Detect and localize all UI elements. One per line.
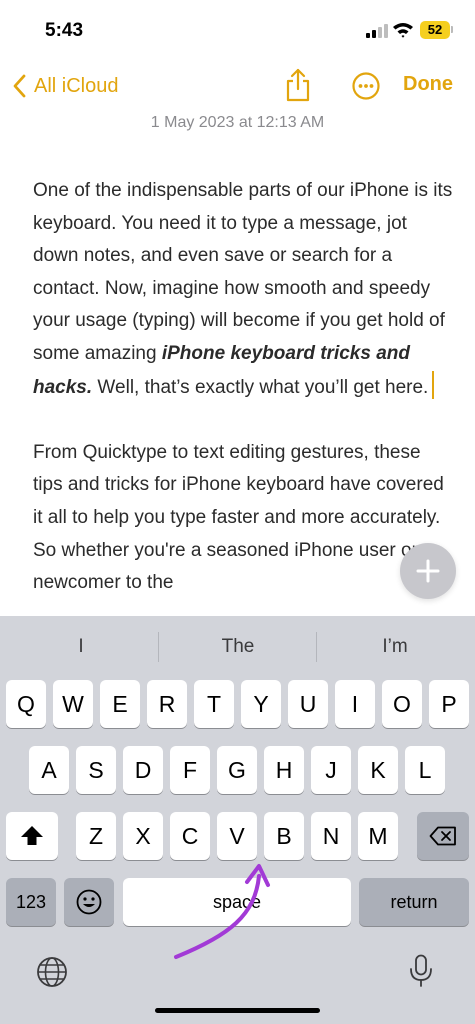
key-j[interactable]: J (311, 746, 351, 794)
suggestion-item[interactable]: The (159, 616, 317, 678)
key-o[interactable]: O (382, 680, 422, 728)
note-paragraph-2: From Quicktype to text editing gestures,… (33, 441, 444, 594)
suggestion-item[interactable]: I’m (316, 616, 474, 678)
key-w[interactable]: W (53, 680, 93, 728)
status-time: 5:43 (45, 20, 84, 41)
key-b[interactable]: B (264, 812, 304, 860)
key-q[interactable]: Q (6, 680, 46, 728)
add-button[interactable] (400, 543, 456, 599)
emoji-icon (76, 889, 102, 915)
shift-key[interactable] (6, 812, 58, 860)
note-date: 1 May 2023 at 12:13 AM (150, 114, 325, 131)
cellular-signal-icon (366, 24, 388, 38)
more-options-icon[interactable] (351, 71, 381, 101)
home-indicator (155, 1008, 320, 1013)
key-f[interactable]: F (170, 746, 210, 794)
delete-key[interactable] (417, 812, 469, 860)
key-e[interactable]: E (100, 680, 140, 728)
text-cursor (432, 370, 435, 399)
backspace-icon (429, 826, 456, 846)
key-r[interactable]: R (147, 680, 187, 728)
done-button[interactable]: Done (403, 73, 453, 96)
key-m[interactable]: M (358, 812, 398, 860)
suggestion-item[interactable]: I (2, 616, 160, 678)
chevron-left-icon (13, 74, 26, 98)
battery-tip (451, 26, 453, 33)
key-i[interactable]: I (335, 680, 375, 728)
key-h[interactable]: H (264, 746, 304, 794)
key-d[interactable]: D (123, 746, 163, 794)
key-k[interactable]: K (358, 746, 398, 794)
numbers-key[interactable]: 123 (6, 878, 56, 926)
battery-icon: 52 (420, 21, 450, 39)
key-x[interactable]: X (123, 812, 163, 860)
status-bar: 5:43 52 (0, 0, 475, 60)
note-text: Well, that’s exactly what you’ll get her… (92, 376, 429, 398)
key-s[interactable]: S (76, 746, 116, 794)
emoji-key[interactable] (64, 878, 114, 926)
globe-icon[interactable] (36, 956, 68, 988)
return-key[interactable]: return (359, 878, 469, 926)
keyboard: I The I’m Q W E R T Y U I O P A S D F G … (0, 616, 475, 1024)
key-n[interactable]: N (311, 812, 351, 860)
plus-icon (416, 559, 440, 583)
key-y[interactable]: Y (241, 680, 281, 728)
microphone-icon[interactable] (408, 954, 434, 988)
key-t[interactable]: T (194, 680, 234, 728)
note-paragraph-1: One of the indispensable parts of our iP… (33, 175, 453, 404)
key-l[interactable]: L (405, 746, 445, 794)
key-c[interactable]: C (170, 812, 210, 860)
share-icon[interactable] (283, 68, 313, 102)
note-text: One of the indispensable parts of our iP… (33, 180, 453, 364)
space-bar[interactable]: space (123, 878, 351, 926)
key-p[interactable]: P (429, 680, 469, 728)
shift-arrow-icon (21, 826, 43, 845)
key-u[interactable]: U (288, 680, 328, 728)
quicktype-bar: I The I’m (0, 616, 475, 678)
key-a[interactable]: A (29, 746, 69, 794)
back-button[interactable]: All iCloud (12, 70, 118, 102)
key-v[interactable]: V (217, 812, 257, 860)
wifi-icon (393, 23, 413, 38)
key-g[interactable]: G (217, 746, 257, 794)
back-label: All iCloud (34, 74, 119, 97)
key-z[interactable]: Z (76, 812, 116, 860)
note-editor[interactable]: One of the indispensable parts of our iP… (33, 175, 453, 600)
